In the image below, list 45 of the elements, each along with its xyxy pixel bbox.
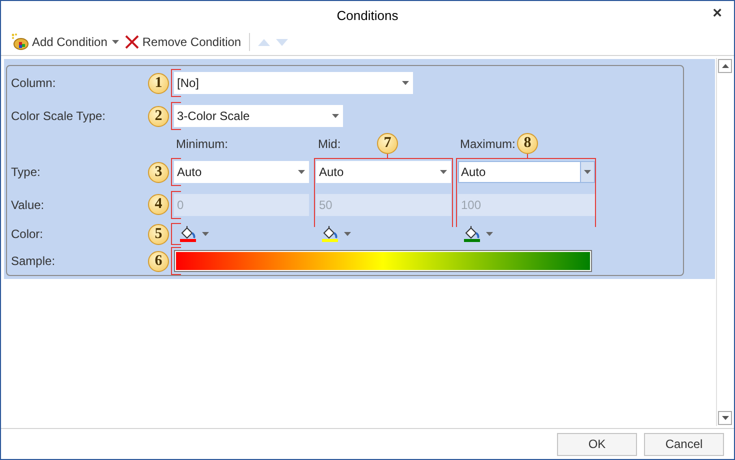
cancel-button[interactable]: Cancel: [644, 432, 724, 456]
caret-icon[interactable]: [202, 232, 209, 236]
caret-icon: [440, 170, 446, 174]
down-arrow-icon: [276, 38, 288, 46]
field-label: Color Scale Type:: [11, 108, 106, 125]
cross-icon: [125, 35, 140, 49]
paint-bucket-icon[interactable]: [322, 226, 338, 239]
callout-badge: 6: [148, 250, 169, 272]
caret-icon: [332, 114, 338, 118]
window-title: Conditions: [336, 7, 398, 26]
scrollbar[interactable]: [716, 58, 733, 426]
callout-badge: 8: [517, 133, 538, 154]
callout-badge: 4: [148, 194, 169, 215]
dropdown-field[interactable]: 3-Color Scale: [174, 105, 343, 127]
column-header: Maximum:: [459, 136, 516, 153]
dropdown-field[interactable]: [No]: [174, 72, 413, 94]
add-condition-button[interactable]: Add Condition: [9, 32, 122, 52]
callout-badge: 1: [148, 72, 169, 94]
field-label: Value:: [11, 196, 44, 214]
scroll-down-button[interactable]: [718, 411, 732, 425]
caret-icon: [584, 170, 591, 174]
caret-icon[interactable]: [344, 232, 351, 236]
callout-badge: 5: [148, 224, 169, 244]
paint-bucket-icon[interactable]: [464, 226, 480, 239]
caret-icon: [402, 81, 408, 85]
caret-icon[interactable]: [486, 232, 493, 236]
column-header: Minimum:: [175, 136, 228, 153]
close-button[interactable]: ×: [710, 6, 724, 22]
caret-icon: [298, 170, 304, 174]
palette-icon: [11, 33, 29, 51]
field-label: Type:: [11, 164, 40, 181]
scroll-up-button[interactable]: [718, 59, 732, 73]
ok-button[interactable]: OK: [557, 432, 637, 456]
field-label: Sample:: [11, 253, 56, 270]
field-label: Color:: [11, 226, 44, 243]
field-label: Column:: [11, 75, 56, 92]
column-header: Mid:: [317, 136, 341, 153]
down-arrow-icon: [722, 416, 728, 420]
up-arrow-icon: [258, 38, 270, 46]
remove-condition-button[interactable]: Remove Condition: [123, 32, 244, 52]
callout-badge: 7: [377, 133, 398, 154]
callout-badge: 3: [148, 162, 169, 182]
up-arrow-icon: [722, 64, 728, 68]
paint-bucket-icon[interactable]: [180, 226, 196, 239]
callout-badge: 2: [148, 106, 169, 126]
